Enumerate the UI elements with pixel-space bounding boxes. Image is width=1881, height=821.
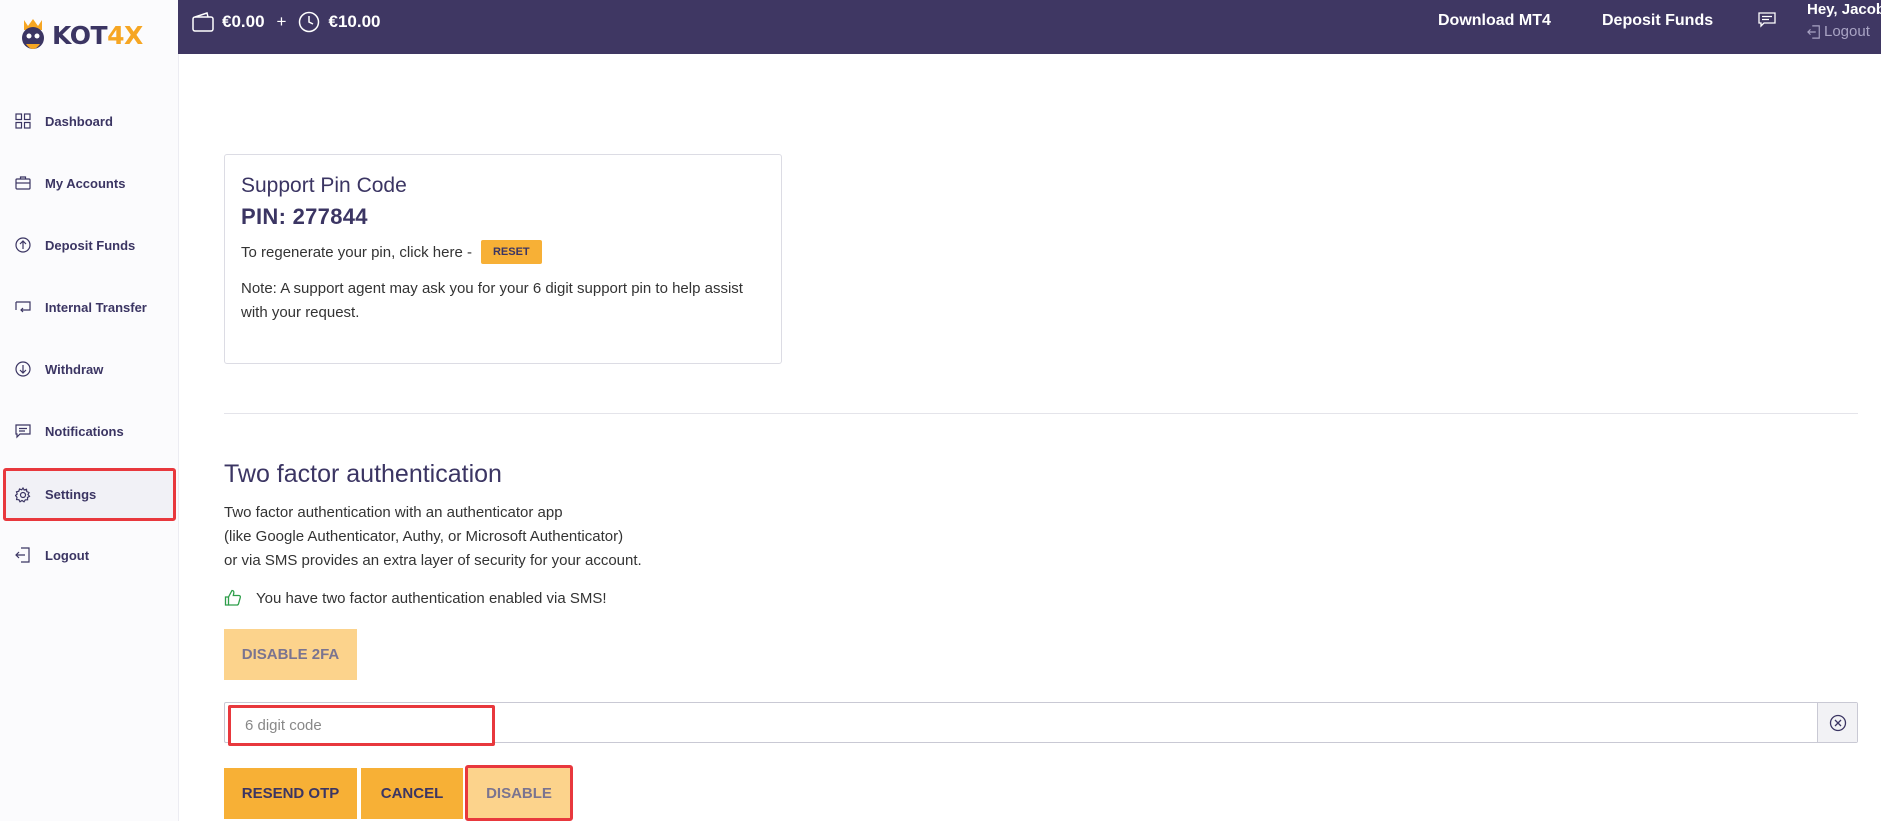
section-divider [224, 413, 1858, 414]
regenerate-row: To regenerate your pin, click here - RES… [241, 240, 765, 264]
transfer-icon [13, 297, 33, 317]
two-factor-desc-line: or via SMS provides an extra layer of se… [224, 552, 642, 569]
six-digit-code-input[interactable] [228, 705, 495, 746]
reset-pin-button[interactable]: RESET [480, 240, 542, 264]
deposit-funds-link[interactable]: Deposit Funds [1602, 12, 1713, 30]
two-factor-desc-line: (like Google Authenticator, Authy, or Mi… [224, 528, 624, 545]
grid-icon [13, 111, 33, 131]
logo-mascot-icon [22, 19, 44, 49]
sidebar-item-label: Dashboard [45, 113, 113, 129]
resend-otp-button[interactable]: RESEND OTP [224, 768, 357, 819]
two-factor-title: Two factor authentication [224, 460, 502, 488]
sidebar-item-label: Logout [45, 547, 90, 563]
two-factor-description: Two factor authentication with an authen… [224, 501, 642, 573]
sidebar-item-label: Withdraw [45, 361, 104, 377]
code-input-group [224, 702, 1858, 746]
support-pin-title: Support Pin Code [241, 174, 407, 197]
plus-sign: + [276, 12, 287, 31]
download-mt4-link[interactable]: Download MT4 [1438, 12, 1551, 30]
brand-name: KOT4X [52, 20, 143, 50]
sidebar-item-label: Deposit Funds [45, 237, 136, 253]
balance-summary: €0.00 + €10.00 [192, 0, 380, 44]
support-pin-note: Note: A support agent may ask you for yo… [241, 280, 743, 321]
sidebar-item-logout[interactable]: Logout [3, 530, 176, 580]
wallet-icon [192, 12, 214, 32]
thumbs-up-icon [224, 589, 242, 607]
logout-icon [13, 545, 33, 565]
two-factor-desc-line: Two factor authentication with an authen… [224, 504, 563, 521]
sidebar-item-withdraw[interactable]: Withdraw [3, 344, 176, 394]
sidebar-item-label: Settings [45, 487, 97, 502]
disable-button[interactable]: DISABLE [465, 765, 573, 821]
sidebar-item-label: My Accounts [45, 175, 126, 191]
user-greeting: Hey, Jacob [1807, 1, 1881, 18]
arrow-down-circle-icon [13, 359, 33, 379]
sidebar-item-my-accounts[interactable]: My Accounts [3, 158, 176, 208]
pending-balance: €10.00 [328, 12, 381, 31]
close-circle-icon [1829, 714, 1847, 732]
logout-icon [1807, 24, 1821, 39]
top-bar: €0.00 + €10.00 Download MT4 Deposit Fund… [178, 0, 1881, 54]
two-factor-status: You have two factor authentication enabl… [224, 589, 607, 607]
sidebar-item-notifications[interactable]: Notifications [3, 406, 176, 456]
clock-icon [298, 11, 320, 33]
cancel-button[interactable]: CANCEL [361, 768, 463, 819]
sidebar-item-settings[interactable]: Settings [3, 468, 176, 521]
message-icon [13, 421, 33, 441]
arrow-up-circle-icon [13, 235, 33, 255]
two-factor-status-text: You have two factor authentication enabl… [256, 589, 607, 607]
support-pin-card: Support Pin Code PIN: 277844 To regenera… [224, 154, 782, 364]
gear-icon [13, 485, 33, 505]
brand-logo[interactable]: KOT4X [18, 10, 143, 60]
support-pin-value: PIN: 277844 [241, 204, 368, 229]
disable-2fa-button[interactable]: DISABLE 2FA [224, 629, 357, 680]
briefcase-icon [13, 173, 33, 193]
sidebar-item-deposit-funds[interactable]: Deposit Funds [3, 220, 176, 270]
sidebar-item-label: Internal Transfer [45, 299, 147, 315]
clear-code-button[interactable] [1817, 703, 1857, 742]
top-logout-link[interactable]: Logout [1807, 23, 1870, 40]
regenerate-text: To regenerate your pin, click here - [241, 243, 472, 261]
sidebar-item-dashboard[interactable]: Dashboard [3, 96, 176, 146]
sidebar: KOT4X Dashboard My Accounts Deposit Fund… [0, 0, 179, 821]
wallet-balance: €0.00 [222, 12, 265, 31]
sidebar-item-internal-transfer[interactable]: Internal Transfer [3, 282, 176, 332]
chat-icon[interactable] [1758, 12, 1776, 33]
sidebar-item-label: Notifications [45, 423, 124, 439]
top-logout-label: Logout [1824, 23, 1870, 40]
